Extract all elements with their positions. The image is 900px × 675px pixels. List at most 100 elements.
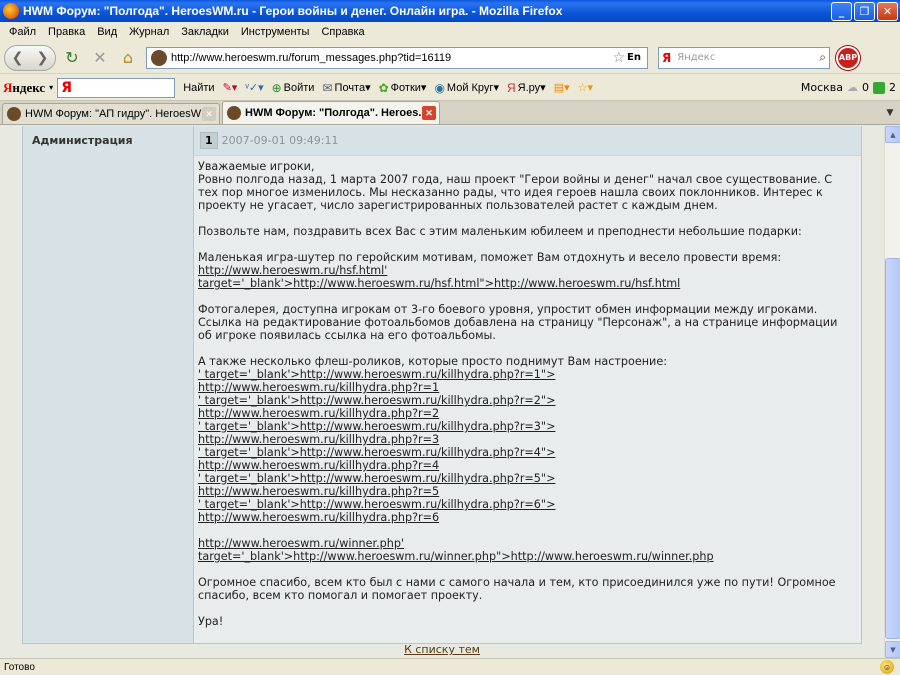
post-closing: Ура! — [198, 615, 224, 628]
reload-icon[interactable]: ↻ — [60, 46, 84, 70]
weather-value[interactable]: 0 — [862, 81, 869, 94]
weather-icon[interactable]: ☁ — [847, 81, 858, 94]
tab-close-icon[interactable]: ✕ — [422, 106, 436, 120]
my-circle-item[interactable]: ◉ Мой Круг ▾ — [434, 81, 499, 95]
tab-close-icon[interactable]: ✕ — [202, 107, 216, 121]
hydra-link[interactable]: ' target='_blank'>http://www.heroeswm.ru… — [198, 368, 555, 381]
yandex-search-engine-icon[interactable]: Я — [662, 51, 671, 65]
login-icon: ⊕ — [271, 80, 282, 95]
smiley-icon[interactable]: ☺ — [880, 660, 894, 674]
menu-help[interactable]: Справка — [315, 26, 370, 38]
search-box[interactable]: Я Яндекс ⌕ — [658, 46, 830, 69]
menu-tools[interactable]: Инструменты — [235, 26, 316, 38]
hydra-link[interactable]: http://www.heroeswm.ru/killhydra.php?r=2 — [198, 407, 439, 420]
post-paragraph: Маленькая игра-шутер по геройским мотива… — [198, 251, 782, 264]
url-text[interactable]: http://www.heroeswm.ru/forum_messages.ph… — [171, 52, 612, 64]
hydra-link[interactable]: http://www.heroeswm.ru/killhydra.php?r=5 — [198, 485, 439, 498]
traffic-value[interactable]: 2 — [889, 81, 896, 94]
maximize-button[interactable]: ❐ — [854, 2, 875, 21]
vertical-scrollbar[interactable]: ▲ ▼ — [884, 126, 900, 658]
hydra-link[interactable]: ' target='_blank'>http://www.heroeswm.ru… — [198, 446, 555, 459]
mail-icon: ✉ — [322, 80, 333, 95]
back-to-topics-link[interactable]: К списку тем — [404, 643, 480, 656]
page-content: Администрация 1 2007-09-01 09:49:11 Уваж… — [0, 126, 884, 658]
dropdown-icon[interactable]: ▾ — [49, 83, 53, 92]
traffic-icon[interactable] — [873, 81, 885, 94]
menu-file[interactable]: Файл — [3, 26, 42, 38]
hydra-link[interactable]: ' target='_blank'>http://www.heroeswm.ru… — [198, 498, 555, 511]
spellcheck-icon[interactable]: ᵛ✓▾ — [245, 81, 263, 94]
tab-ap-gidru[interactable]: HWM Форум: "АП гидру". HeroesWM.r... ✕ — [2, 103, 220, 124]
yaru-icon: Я — [506, 80, 516, 95]
menu-edit[interactable]: Правка — [42, 26, 91, 38]
tab-list-icon[interactable]: ▼ — [882, 104, 898, 122]
post-paragraph: Позвольте нам, поздравить всех Вас с эти… — [198, 225, 802, 238]
author-role: Администрация — [32, 134, 133, 147]
tab-bar: HWM Форум: "АП гидру". HeroesWM.r... ✕ H… — [0, 101, 900, 125]
scroll-down-arrow-icon[interactable]: ▼ — [885, 641, 900, 658]
post-header: 1 2007-09-01 09:49:11 — [194, 126, 861, 156]
scroll-up-arrow-icon[interactable]: ▲ — [885, 126, 900, 143]
yaru-item[interactable]: Я Я.ру ▾ — [507, 81, 546, 95]
hydra-link[interactable]: http://www.heroeswm.ru/killhydra.php?r=4 — [198, 459, 439, 472]
menu-view[interactable]: Вид — [91, 26, 123, 38]
post-date: 2007-09-01 09:49:11 — [221, 134, 339, 147]
search-placeholder[interactable]: Яндекс — [677, 52, 819, 63]
yandex-brand[interactable]: Яндекс — [3, 80, 45, 96]
hydra-link[interactable]: http://www.heroeswm.ru/killhydra.php?r=1 — [198, 381, 439, 394]
hydra-link[interactable]: ' target='_blank'>http://www.heroeswm.ru… — [198, 420, 555, 433]
hydra-link[interactable]: ' target='_blank'>http://www.heroeswm.ru… — [198, 394, 555, 407]
mail-item[interactable]: ✉ Почта ▾ — [322, 81, 370, 95]
minimize-button[interactable]: _ — [831, 2, 852, 21]
hydra-link[interactable]: http://www.heroeswm.ru/killhydra.php?r=6 — [198, 511, 439, 524]
hydra-link[interactable]: http://www.heroeswm.ru/killhydra.php?r=3 — [198, 433, 439, 446]
bookmark-star-icon[interactable]: ☆ — [612, 50, 625, 66]
back-to-topics: К списку тем — [0, 643, 884, 656]
tab-polgoda[interactable]: HWM Форум: "Полгода". Heroes... ✕ — [222, 101, 440, 124]
status-text: Готово — [4, 661, 35, 673]
login-item[interactable]: ⊕ Войти — [272, 81, 315, 95]
post-number[interactable]: 1 — [200, 132, 218, 149]
post-paragraph: А также несколько флеш-роликов, которые … — [198, 355, 667, 368]
winner-link[interactable]: http://www.heroeswm.ru/winner.php' targe… — [198, 537, 714, 563]
tab-label[interactable]: HWM Форум: "Полгода". Heroes... — [245, 107, 422, 119]
scrollbar-thumb[interactable] — [885, 258, 900, 639]
home-icon[interactable]: ⌂ — [116, 46, 140, 70]
back-arrow-icon[interactable]: ❮ — [12, 50, 24, 66]
find-button[interactable]: Найти — [183, 82, 214, 94]
forum-post: Администрация 1 2007-09-01 09:49:11 Уваж… — [22, 126, 862, 644]
adblock-plus-icon[interactable]: ABP — [836, 45, 860, 70]
hsf-link[interactable]: http://www.heroeswm.ru/hsf.html' target=… — [198, 264, 680, 290]
title-bar: HWM Форум: "Полгода". HeroesWM.ru - Геро… — [0, 0, 900, 22]
yandex-bar-right: Москва ☁ 0 2 — [801, 81, 896, 94]
highlight-icon[interactable]: ✎▾ — [223, 81, 238, 94]
close-button[interactable]: ✕ — [877, 2, 898, 21]
favorites-star-icon[interactable]: ☆▾ — [578, 81, 593, 94]
tab-label[interactable]: HWM Форум: "АП гидру". HeroesWM.r... — [25, 108, 202, 120]
post-paragraph: Фотогалерея, доступна игрокам от 3-го бо… — [198, 303, 838, 342]
back-forward-buttons: ❮ ❯ — [4, 44, 56, 71]
hydra-link[interactable]: ' target='_blank'>http://www.heroeswm.ru… — [198, 472, 555, 485]
window-controls: _ ❐ ✕ — [831, 2, 898, 21]
stop-icon[interactable]: ✕ — [88, 46, 112, 70]
yandex-search-input[interactable]: Я — [57, 77, 176, 98]
search-icon[interactable]: ⌕ — [819, 50, 826, 65]
post-body: Уважаемые игроки, Ровно полгода назад, 1… — [194, 156, 861, 628]
city-label[interactable]: Москва — [801, 81, 843, 94]
menu-bar: Файл Правка Вид Журнал Закладки Инструме… — [0, 22, 900, 42]
menu-bookmarks[interactable]: Закладки — [175, 26, 235, 38]
my-circle-icon: ◉ — [434, 80, 445, 95]
language-indicator[interactable]: En — [627, 52, 641, 63]
navigation-toolbar: ❮ ❯ ↻ ✕ ⌂ http://www.heroeswm.ru/forum_m… — [0, 42, 900, 74]
post-message-column: 1 2007-09-01 09:49:11 Уважаемые игроки, … — [194, 126, 861, 643]
post-paragraph: Ровно полгода назад, 1 марта 2007 года, … — [198, 173, 833, 212]
photos-item[interactable]: ✿ Фотки ▾ — [379, 81, 427, 95]
tab-favicon-icon — [227, 106, 241, 120]
forward-arrow-icon[interactable]: ❯ — [37, 50, 49, 66]
post-author-column: Администрация — [23, 126, 194, 643]
status-bar: Готово ☺ — [0, 658, 900, 675]
feeds-icon[interactable]: ▤▾ — [554, 81, 570, 94]
address-bar[interactable]: http://www.heroeswm.ru/forum_messages.ph… — [146, 46, 648, 69]
menu-history[interactable]: Журнал — [123, 26, 175, 38]
yandex-toolbar: Яндекс ▾ Я Найти ✎▾ ᵛ✓▾ ⊕ Войти ✉ Почта ▾ ✿… — [0, 75, 900, 101]
